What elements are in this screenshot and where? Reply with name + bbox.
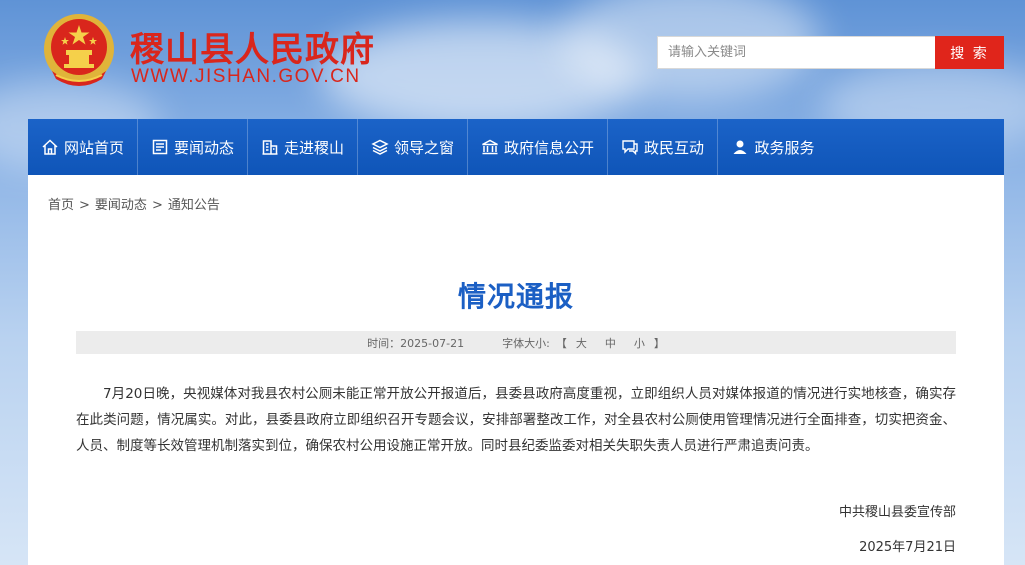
breadcrumb-item-news[interactable]: 要闻动态 [95, 198, 147, 213]
news-icon [152, 139, 168, 155]
nav-item-label: 政务服务 [754, 138, 815, 157]
chat-icon [622, 140, 638, 156]
article-card: 首页 > 要闻动态 > 通知公告 情况通报 时间：2025-07-21 字体大小: 【 … [28, 175, 1004, 565]
breadcrumb-separator: > [151, 198, 163, 213]
font-size-large-button[interactable]: 大 [576, 335, 587, 351]
main-nav: 网站首页 要闻动态 走进稷山 领导之窗 政府信息公开 政民互动 政务服务 [28, 119, 1004, 175]
national-emblem-icon [44, 14, 114, 86]
breadcrumb-item-home[interactable]: 首页 [48, 198, 74, 213]
breadcrumb: 首页 > 要闻动态 > 通知公告 [48, 194, 220, 213]
layers-icon [371, 139, 389, 155]
nav-item-leaders[interactable]: 领导之窗 [358, 119, 468, 175]
nav-item-about[interactable]: 走进稷山 [248, 119, 358, 175]
nav-item-gov-info[interactable]: 政府信息公开 [468, 119, 608, 175]
article-title: 情况通报 [457, 280, 574, 313]
site-header: 稷山县人民政府 WWW.JISHAN.GOV.CN 搜 索 [0, 0, 1025, 118]
article-meta: 时间：2025-07-21 字体大小: 【 大 中 小 】 [76, 331, 956, 354]
breadcrumb-separator: > [79, 198, 90, 213]
nav-item-label: 领导之窗 [393, 138, 454, 157]
search-input[interactable] [657, 36, 936, 69]
breadcrumb-item-notices[interactable]: 通知公告 [168, 198, 220, 213]
nav-item-news[interactable]: 要闻动态 [138, 119, 248, 175]
signature-date: 2025年7月21日 [859, 540, 956, 555]
building-icon [262, 140, 278, 155]
bracket-close: 】 [653, 336, 665, 350]
site-title: 稷山县人民政府 [130, 30, 375, 70]
government-icon [482, 139, 498, 155]
nav-item-services[interactable]: 政务服务 [718, 119, 828, 175]
nav-item-label: 网站首页 [63, 138, 124, 157]
nav-item-label: 要闻动态 [173, 138, 234, 157]
user-service-icon [733, 140, 747, 154]
signature-organization: 中共稷山县委宣传部 [838, 505, 956, 520]
home-icon [42, 139, 58, 155]
nav-item-label: 政府信息公开 [503, 138, 594, 157]
nav-item-home[interactable]: 网站首页 [28, 119, 138, 175]
search-button[interactable]: 搜 索 [935, 36, 1004, 69]
publish-date: 时间：2025-07-21 [367, 336, 465, 350]
font-size-small-button[interactable]: 小 [634, 335, 645, 351]
nav-item-interaction[interactable]: 政民互动 [608, 119, 718, 175]
nav-item-label: 政民互动 [643, 138, 704, 157]
article-body: 7月20日晚，央视媒体对我县农村公厕未能正常开放公开报道后，县委县政府高度重视，… [76, 386, 956, 454]
bracket-open: 【 [555, 336, 567, 350]
nav-item-label: 走进稷山 [283, 138, 344, 157]
site-domain: WWW.JISHAN.GOV.CN [131, 66, 361, 87]
font-size-medium-button[interactable]: 中 [605, 335, 616, 351]
font-size-label: 字体大小: [502, 336, 550, 350]
